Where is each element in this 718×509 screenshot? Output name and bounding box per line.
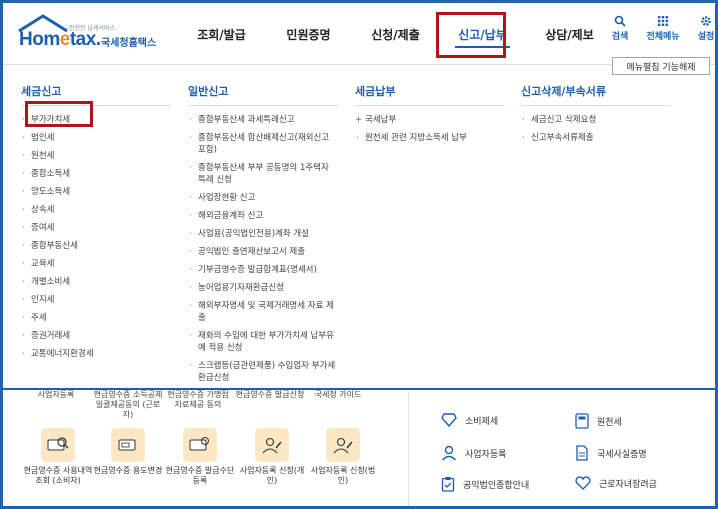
menu-item-gift-tax[interactable]: 증여세 [21,222,171,234]
column-title: 세금납부 [355,83,505,106]
clipboard-icon [441,477,455,492]
quick-business-register-corporate[interactable]: 사업자등록 신청(법인) [308,428,378,486]
page-content-below: 사업자등록 현금영수증 소득공제 일괄제공동의 (근로자) 현금영수증 가맹점 … [3,390,715,506]
menu-item-general[interactable]: 해외금융계좌 신고 [188,210,338,222]
search-button[interactable]: 검색 [603,15,637,42]
menu-column-tax-payment: 세금납부 국세납부 원천세 관련 지방소득세 납부 [355,83,505,150]
settings-label: 설정 [697,32,715,42]
search-icon [614,15,626,27]
quick-label: 현금영수증 발급수단 등록 [165,466,235,485]
menu-item-income-tax[interactable]: 종합소득세 [21,168,171,180]
quick-label: 사업자등록 신청(법인) [310,466,376,485]
menu-item-capital-gains-tax[interactable]: 양도소득세 [21,186,171,198]
hometax-logo[interactable]: 안전한 납세서비스 Hometax. 국세청홈택스 [17,13,177,53]
menu-item-general[interactable]: 사업용(공익법인전용)계좌 개설 [188,228,338,240]
document-icon [576,445,588,461]
search-label: 검색 [611,32,629,42]
menu-item-general[interactable]: 농어업용기자재환급신청 [188,282,338,294]
menu-item-property-tax[interactable]: 종합부동산세 [21,240,171,252]
menu-item-general[interactable]: 종합부동산세 합산배제신고(재외신고 포함) [188,132,338,156]
menu-item-energy-tax[interactable]: 교통에너지환경세 [21,348,171,360]
nav-apply-submit[interactable]: 신청/제출 [352,3,439,65]
menu-item-consumption-tax[interactable]: 개별소비세 [21,276,171,288]
service-label: 사업자등록 [465,449,507,460]
calculator-icon [575,413,589,429]
highlight-box-nav [436,12,506,58]
service-label: 국세사실증명 [597,449,647,460]
nav-consult-report[interactable]: 상담/제보 [526,3,613,65]
gear-icon [701,16,711,26]
menu-unfix-button[interactable]: 메뉴펼침 기능해제 [612,57,710,75]
nav-lookup-issue[interactable]: 조회/발급 [178,3,265,65]
quick-business-register-individual[interactable]: 사업자등록 신청(개인) [237,428,307,486]
main-nav: 조회/발급 민원증명 신청/제출 신고/납부 상담/제보 [178,3,613,65]
menu-item-stamp-tax[interactable]: 인지세 [21,294,171,306]
menu-item-general[interactable]: 해외부자명세 및 국제거래명세 자료 제출 [188,300,338,324]
menu-item-education-tax[interactable]: 교육세 [21,258,171,270]
mega-menu-panel: 메뉴펼침 기능해제 세금신고 부가가치세 법인세 원천세 종합소득세 양도소득세… [3,57,715,390]
cut-label: 현금영수증 발급신청 [235,390,305,399]
cut-label: 현금영수증 가맹점 자료제공 동의 [167,390,229,409]
receipt-search-icon [41,428,75,462]
logo-subtitle: 국세청홈택스 [101,38,157,49]
service-business-register[interactable]: 사업자등록 [441,445,506,461]
cut-label: 국세청 가이드 [314,390,362,399]
menu-item-general[interactable]: 스크랩등(금관련제품) 수입업자 부가세 환급신청 [188,360,338,384]
service-label: 근로자녀장려금 [599,479,657,490]
all-menu-button[interactable]: 전체메뉴 [643,15,683,42]
quick-label: 현금영수증 사용내역조회 (소비자) [23,466,93,485]
menu-item-general[interactable]: 종합부동산세 부부 공동명의 1주택자 특례 신청 [188,162,338,186]
menu-item-local-income-tax-payment[interactable]: 원천세 관련 지방소득세 납부 [355,132,505,144]
person-edit-icon [255,428,289,462]
service-consumption-tax[interactable]: 소비제세 [441,413,498,427]
nav-certificates[interactable]: 민원증명 [265,3,352,65]
receipt-icon [111,428,145,462]
highlight-box-vat [25,101,93,127]
all-menu-label: 전체메뉴 [646,32,680,42]
menu-column-filing-deletion: 신고삭제/부속서류 세금신고 삭제요청 신고부속서류제출 [521,83,671,150]
browser-viewport: 안전한 납세서비스 Hometax. 국세청홈택스 조회/발급 민원증명 신청/… [3,3,715,506]
menu-item-inheritance-tax[interactable]: 상속세 [21,204,171,216]
service-label: 원천세 [597,417,622,428]
service-public-interest-corp[interactable]: 공익법인종합안내 [441,476,529,492]
grid-icon [658,16,668,26]
person-icon [441,445,457,461]
menu-column-general-filing: 일반신고 종합부동산세 과세특례신고 종합부동산세 합산배제신고(재외신고 포함… [188,83,338,390]
menu-item-filing-deletion-request[interactable]: 세금신고 삭제요청 [521,114,671,126]
heart-icon [575,476,591,490]
receipt-add-icon [183,428,217,462]
menu-item-liquor-tax[interactable]: 주세 [21,312,171,324]
column-title: 신고삭제/부속서류 [521,83,671,106]
header-tools: 검색 전체메뉴 설정 [603,15,715,42]
cut-label: 현금영수증 소득공제 일괄제공동의 (근로자) [93,390,163,419]
quick-label: 사업자등록 신청(개인) [239,466,305,485]
quick-cash-receipt-register[interactable]: 현금영수증 발급수단 등록 [165,428,235,486]
logo-wordmark: Hometax. [19,29,101,50]
menu-item-withholding-tax[interactable]: 원천세 [21,150,171,162]
menu-item-attached-documents[interactable]: 신고부속서류제출 [521,132,671,144]
quick-cash-receipt-change[interactable]: 현금영수증 용도변경 [93,428,163,476]
menu-item-corporate-tax[interactable]: 법인세 [21,132,171,144]
service-tax-certificate[interactable]: 국세사실증명 [575,445,647,461]
menu-item-general[interactable]: 기부금영수증 발급합계표(명세서) [188,264,338,276]
service-label: 소비제세 [465,416,499,427]
settings-button[interactable]: 설정 [689,15,715,42]
cut-label: 사업자등록 [37,390,75,399]
quick-label: 현금영수증 용도변경 [93,466,163,475]
person-edit-icon [326,428,360,462]
menu-item-general[interactable]: 공익법인 출연재산보고서 제출 [188,246,338,258]
site-header: 안전한 납세서비스 Hometax. 국세청홈택스 조회/발급 민원증명 신청/… [3,3,715,65]
service-withholding-tax[interactable]: 원천세 [575,413,622,429]
menu-item-general[interactable]: 사업장현황 신고 [188,192,338,204]
service-earned-income-credit[interactable]: 근로자녀장려금 [575,476,657,490]
menu-item-general[interactable]: 종합부동산세 과세특례신고 [188,114,338,126]
menu-item-general[interactable]: 재화의 수입에 대한 부가가치세 납부유예 적용 신청 [188,330,338,354]
quick-cash-receipt-history[interactable]: 현금영수증 사용내역조회 (소비자) [23,428,93,486]
menu-item-tax-payment[interactable]: 국세납부 [355,114,505,126]
section-divider [408,392,409,506]
menu-item-securities-tax[interactable]: 증권거래세 [21,330,171,342]
service-label: 공익법인종합안내 [463,480,530,491]
diamond-icon [441,413,457,427]
column-title: 일반신고 [188,83,338,106]
